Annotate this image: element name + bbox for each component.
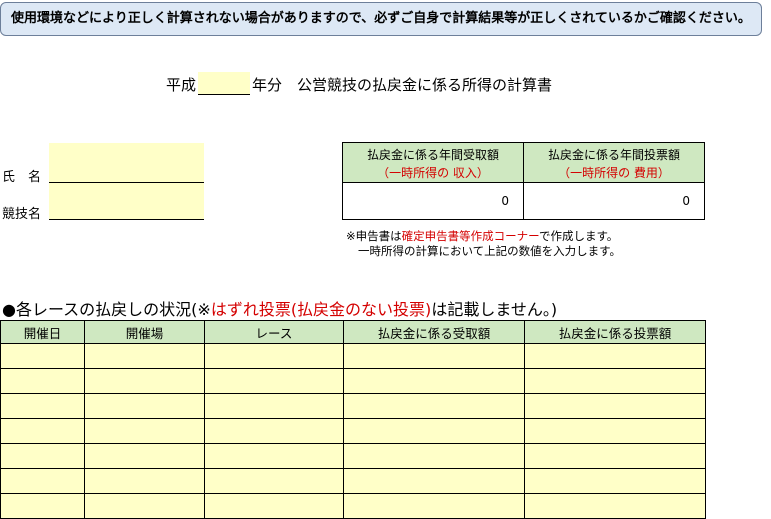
summary-received-title: 払戻金に係る年間受取額 xyxy=(366,148,499,162)
year-input[interactable] xyxy=(198,72,251,95)
race-cell[interactable] xyxy=(204,443,344,469)
stake-cell[interactable] xyxy=(524,368,706,394)
section-text-a: ●各レースの払戻しの状況(※ xyxy=(2,300,211,319)
race-cell[interactable] xyxy=(204,468,344,494)
race-table: 開催日 開催場 レース 払戻金に係る受取額 払戻金に係る投票額 xyxy=(0,320,706,519)
table-row xyxy=(0,343,706,369)
race-cell[interactable] xyxy=(204,493,344,519)
received-cell[interactable] xyxy=(343,443,525,469)
note-text-a: ※申告書は xyxy=(346,229,402,243)
table-row xyxy=(0,468,706,494)
page-title: 平成 年分 公営競技の払戻金に係る所得の計算書 xyxy=(166,72,552,95)
annual-summary-table: 払戻金に係る年間受取額 （一時所得の 収入） 0 払戻金に係る年間投票額 （一時… xyxy=(342,142,705,220)
notice-banner: 使用環境などにより正しく計算されない場合がありますので、必ずご自身で計算結果等が… xyxy=(0,2,762,36)
competition-label: 競技名 xyxy=(2,207,42,222)
filing-note-line2: 一時所得の計算において上記の数値を入力します。 xyxy=(358,244,622,258)
summary-stake-title: 払戻金に係る年間投票額 xyxy=(547,148,680,162)
section-heading: ●各レースの払戻しの状況(※はずれ投票(払戻金のない投票)は記載しません。) xyxy=(2,296,557,320)
venue-cell[interactable] xyxy=(84,468,205,494)
header-date: 開催日 xyxy=(0,320,85,344)
date-cell[interactable] xyxy=(0,368,85,394)
header-race: レース xyxy=(204,320,344,344)
date-cell[interactable] xyxy=(0,493,85,519)
race-cell[interactable] xyxy=(204,343,344,369)
venue-cell[interactable] xyxy=(84,493,205,519)
header-venue: 開催場 xyxy=(84,320,205,344)
table-row xyxy=(0,493,706,519)
table-row xyxy=(0,393,706,419)
competition-field[interactable] xyxy=(49,183,204,219)
title-prefix: 平成 xyxy=(166,76,197,94)
name-label: 氏 名 xyxy=(2,170,42,185)
summary-stake-value: 0 xyxy=(682,194,690,208)
stake-cell[interactable] xyxy=(524,443,706,469)
filing-note: ※申告書は確定申告書等作成コーナーで作成します。 一時所得の計算において上記の数… xyxy=(346,229,621,259)
stake-cell[interactable] xyxy=(524,393,706,419)
stake-cell[interactable] xyxy=(524,343,706,369)
header-stake: 払戻金に係る投票額 xyxy=(524,320,706,344)
venue-cell[interactable] xyxy=(84,443,205,469)
section-text-red: はずれ投票(払戻金のない投票) xyxy=(210,300,432,319)
name-field[interactable] xyxy=(49,143,204,182)
header-received: 払戻金に係る受取額 xyxy=(343,320,525,344)
date-cell[interactable] xyxy=(0,393,85,419)
summary-stake-header: 払戻金に係る年間投票額 （一時所得の 費用） xyxy=(524,143,704,183)
race-cell[interactable] xyxy=(204,393,344,419)
venue-cell[interactable] xyxy=(84,418,205,444)
note-text-b: で作成します。 xyxy=(538,229,619,243)
date-cell[interactable] xyxy=(0,418,85,444)
summary-received-subtitle: （一時所得の 収入） xyxy=(377,166,489,180)
filing-note-line1: ※申告書は確定申告書等作成コーナーで作成します。 xyxy=(346,229,621,244)
received-cell[interactable] xyxy=(343,468,525,494)
summary-received-column: 払戻金に係る年間受取額 （一時所得の 収入） 0 xyxy=(343,143,523,219)
stake-cell[interactable] xyxy=(524,493,706,519)
received-cell[interactable] xyxy=(343,418,525,444)
race-table-header: 開催日 開催場 レース 払戻金に係る受取額 払戻金に係る投票額 xyxy=(0,320,706,344)
race-cell[interactable] xyxy=(204,418,344,444)
received-cell[interactable] xyxy=(343,368,525,394)
received-cell[interactable] xyxy=(343,343,525,369)
summary-received-header: 払戻金に係る年間受取額 （一時所得の 収入） xyxy=(343,143,523,183)
date-cell[interactable] xyxy=(0,343,85,369)
competition-field-underline xyxy=(49,219,204,220)
section-text-b: は記載しません。) xyxy=(431,300,558,319)
table-row xyxy=(0,443,706,469)
venue-cell[interactable] xyxy=(84,368,205,394)
table-row xyxy=(0,418,706,444)
venue-cell[interactable] xyxy=(84,393,205,419)
summary-received-value: 0 xyxy=(501,194,509,208)
stake-cell[interactable] xyxy=(524,468,706,494)
received-cell[interactable] xyxy=(343,393,525,419)
race-cell[interactable] xyxy=(204,368,344,394)
summary-stake-subtitle: （一時所得の 費用） xyxy=(558,166,670,180)
stake-cell[interactable] xyxy=(524,418,706,444)
date-cell[interactable] xyxy=(0,468,85,494)
title-suffix: 年分 公営競技の払戻金に係る所得の計算書 xyxy=(252,76,553,94)
venue-cell[interactable] xyxy=(84,343,205,369)
table-row xyxy=(0,368,706,394)
note-link-text: 確定申告書等作成コーナー xyxy=(401,229,539,243)
received-cell[interactable] xyxy=(343,493,525,519)
summary-stake-column: 払戻金に係る年間投票額 （一時所得の 費用） 0 xyxy=(523,143,704,219)
date-cell[interactable] xyxy=(0,443,85,469)
